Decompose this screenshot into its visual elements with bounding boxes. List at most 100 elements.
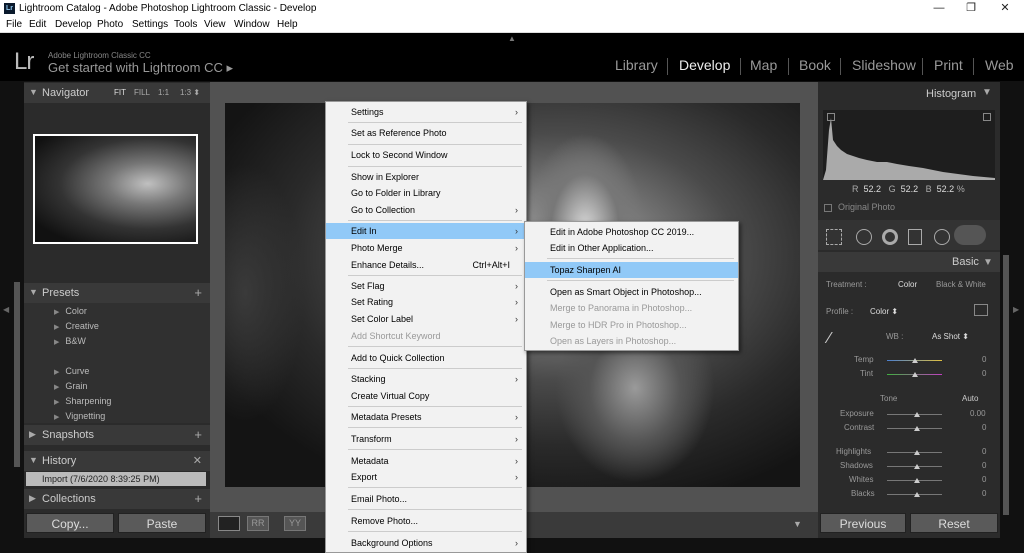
- shadow-clipping-icon[interactable]: [827, 113, 835, 121]
- minimize-button[interactable]: —: [924, 1, 954, 17]
- navigator-preview[interactable]: [33, 134, 198, 244]
- previous-button[interactable]: Previous: [820, 513, 906, 533]
- navigator-header[interactable]: ▼ Navigator FIT FILL 1:1 1:3 ⬍: [24, 83, 210, 103]
- menu-item-show-explorer[interactable]: Show in Explorer: [326, 169, 526, 185]
- histogram-chart[interactable]: [823, 110, 995, 180]
- menu-item-metadata-presets[interactable]: Metadata Presets ›: [326, 409, 526, 425]
- wb-eyedropper-icon[interactable]: ⁄: [828, 330, 846, 352]
- preset-folder[interactable]: ▶ Sharpening: [54, 396, 111, 406]
- menu-item-reference-photo[interactable]: Set as Reference Photo: [326, 125, 526, 141]
- snapshots-header[interactable]: ▶ Snapshots +: [24, 425, 210, 445]
- menu-item-email-photo[interactable]: Email Photo...: [326, 491, 526, 507]
- histogram-title[interactable]: Histogram: [926, 88, 976, 100]
- menu-develop[interactable]: Develop: [55, 19, 92, 30]
- add-preset-icon[interactable]: +: [194, 285, 202, 300]
- before-after-rr-icon[interactable]: RR: [247, 516, 269, 531]
- original-photo-checkbox[interactable]: [824, 204, 832, 212]
- menu-item-photo-merge[interactable]: Photo Merge ›: [326, 240, 526, 256]
- slider-value[interactable]: 0: [982, 355, 986, 364]
- menu-item-settings[interactable]: Settings ›: [326, 104, 526, 120]
- menu-item-metadata[interactable]: Metadata ›: [326, 453, 526, 469]
- nav-1-3[interactable]: 1:3 ⬍: [180, 88, 200, 97]
- slider-value[interactable]: 0: [982, 489, 986, 498]
- history-item[interactable]: Import (7/6/2020 8:39:25 PM): [26, 472, 206, 486]
- menu-settings[interactable]: Settings: [132, 19, 168, 30]
- preset-folder[interactable]: ▶ Color: [54, 306, 87, 316]
- history-header[interactable]: ▼ History ✕: [24, 451, 210, 471]
- tool-slider-icon[interactable]: [954, 225, 986, 245]
- collapse-triangle-icon[interactable]: ▼: [982, 87, 992, 98]
- auto-button[interactable]: Auto: [962, 394, 978, 403]
- menu-window[interactable]: Window: [234, 19, 270, 30]
- collapse-right-panel-icon[interactable]: ▶: [1013, 305, 1019, 314]
- slider-value[interactable]: 0: [982, 461, 986, 470]
- preset-folder[interactable]: ▶ Creative: [54, 321, 99, 331]
- submenu-item-smart-object[interactable]: Open as Smart Object in Photoshop...: [525, 284, 738, 300]
- slider-value[interactable]: 0: [982, 423, 986, 432]
- menu-item-remove-photo[interactable]: Remove Photo...: [326, 513, 526, 529]
- module-book[interactable]: Book: [799, 57, 831, 73]
- loupe-view-icon[interactable]: [218, 516, 240, 531]
- preset-folder[interactable]: ▶ B&W: [54, 336, 86, 346]
- submenu-item-topaz-sharpen[interactable]: Topaz Sharpen AI: [525, 262, 738, 278]
- submenu-item-other-app[interactable]: Edit in Other Application...: [525, 240, 738, 256]
- nav-fit[interactable]: FIT: [114, 88, 126, 97]
- menu-item-go-to-folder[interactable]: Go to Folder in Library: [326, 185, 526, 201]
- presets-header[interactable]: ▼ Presets +: [24, 283, 210, 303]
- toolbar-menu-chevron-icon[interactable]: ▼: [793, 519, 802, 529]
- slider-thumb[interactable]: [912, 358, 918, 363]
- clear-history-icon[interactable]: ✕: [193, 454, 202, 467]
- slider-value[interactable]: 0.00: [970, 409, 986, 418]
- spot-removal-icon[interactable]: [856, 229, 872, 245]
- menu-item-virtual-copy[interactable]: Create Virtual Copy: [326, 388, 526, 404]
- menu-view[interactable]: View: [204, 19, 226, 30]
- menu-item-set-flag[interactable]: Set Flag ›: [326, 278, 526, 294]
- left-scrollbar[interactable]: [14, 282, 20, 467]
- slider-value[interactable]: 0: [982, 447, 986, 456]
- menu-item-set-color-label[interactable]: Set Color Label ›: [326, 311, 526, 327]
- collapse-left-panel-icon[interactable]: ◀: [3, 305, 9, 314]
- paste-button[interactable]: Paste: [118, 513, 206, 533]
- menu-photo[interactable]: Photo: [97, 19, 123, 30]
- menu-edit[interactable]: Edit: [29, 19, 46, 30]
- highlight-clipping-icon[interactable]: [983, 113, 991, 121]
- module-map[interactable]: Map: [750, 57, 777, 73]
- slider-thumb[interactable]: [914, 478, 920, 483]
- graduated-filter-icon[interactable]: [908, 229, 922, 245]
- menu-item-transform[interactable]: Transform ›: [326, 431, 526, 447]
- slider-thumb[interactable]: [914, 426, 920, 431]
- profile-select[interactable]: Color ⬍: [870, 307, 898, 316]
- module-develop[interactable]: Develop: [679, 57, 730, 73]
- close-button[interactable]: ✕: [990, 1, 1020, 17]
- slider-thumb[interactable]: [914, 464, 920, 469]
- module-slideshow[interactable]: Slideshow: [852, 57, 916, 73]
- menu-item-stacking[interactable]: Stacking ›: [326, 371, 526, 387]
- radial-filter-icon[interactable]: [934, 229, 950, 245]
- menu-item-lock-second-window[interactable]: Lock to Second Window: [326, 147, 526, 163]
- before-after-yy-icon[interactable]: YY: [284, 516, 306, 531]
- copy-button[interactable]: Copy...: [26, 513, 114, 533]
- add-snapshot-icon[interactable]: +: [194, 427, 202, 442]
- menu-file[interactable]: File: [6, 19, 22, 30]
- right-scrollbar[interactable]: [1003, 255, 1009, 515]
- crop-tool-icon[interactable]: [826, 229, 842, 245]
- collapse-top-panel-icon[interactable]: ▲: [508, 34, 516, 43]
- menu-tools[interactable]: Tools: [174, 19, 197, 30]
- slider-thumb[interactable]: [912, 372, 918, 377]
- preset-folder[interactable]: ▶ Vignetting: [54, 411, 105, 421]
- slider-value[interactable]: 0: [982, 369, 986, 378]
- menu-item-set-rating[interactable]: Set Rating ›: [326, 294, 526, 310]
- slider-thumb[interactable]: [914, 492, 920, 497]
- red-eye-icon[interactable]: [882, 229, 898, 245]
- slider-thumb[interactable]: [914, 450, 920, 455]
- profile-browser-icon[interactable]: [974, 304, 988, 316]
- slider-value[interactable]: 0: [982, 475, 986, 484]
- nav-1-1[interactable]: 1:1: [158, 88, 169, 97]
- menu-item-enhance-details[interactable]: Enhance Details... Ctrl+Alt+I: [326, 257, 526, 273]
- submenu-item-photoshop[interactable]: Edit in Adobe Photoshop CC 2019...: [525, 224, 738, 240]
- menu-item-go-to-collection[interactable]: Go to Collection ›: [326, 202, 526, 218]
- reset-button[interactable]: Reset: [910, 513, 998, 533]
- nav-fill[interactable]: FILL: [134, 88, 150, 97]
- preset-folder[interactable]: ▶ Curve: [54, 366, 89, 376]
- basic-header[interactable]: Basic ▼: [818, 252, 1000, 272]
